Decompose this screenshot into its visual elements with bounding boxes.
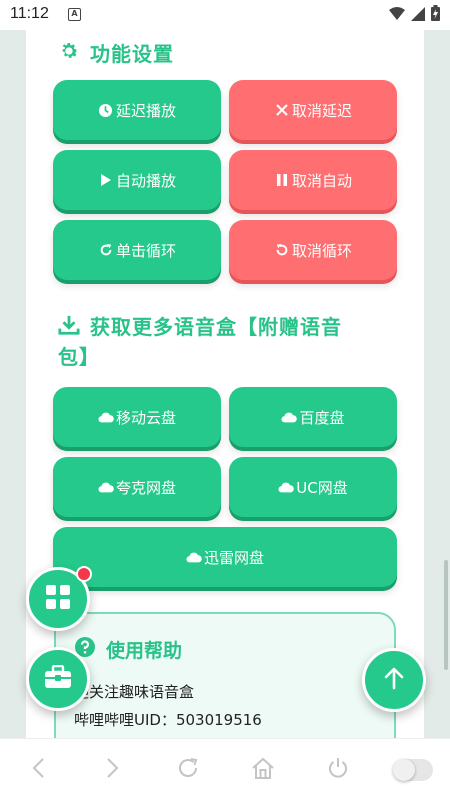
toggle-track [392,758,433,781]
undo-icon [274,242,290,258]
xunlei-pan-label: 迅雷网盘 [203,548,264,567]
clock-icon [98,102,114,118]
chevron-right-icon [106,757,120,783]
uc-pan-button[interactable]: UC网盘 [229,457,397,517]
download-icon [58,312,80,344]
cancel-auto-button[interactable]: 取消自动 [229,150,397,210]
forward-button[interactable] [93,750,133,790]
home-button[interactable] [243,750,283,790]
auto-play-button[interactable]: 自动播放 [53,150,221,210]
refresh-button[interactable] [168,750,208,790]
scroll-top-button[interactable] [362,648,426,712]
baidu-pan-button[interactable]: 百度盘 [229,387,397,447]
xunlei-pan-button[interactable]: 迅雷网盘 [53,527,397,587]
power-button[interactable] [318,750,358,790]
mobile-cloud-label: 移动云盘 [115,408,176,427]
cloud-icon [186,549,202,565]
cancel-loop-label: 取消循环 [291,241,352,260]
toolbox-button[interactable] [26,647,90,711]
arrow-up-icon [383,666,405,694]
single-loop-label: 单击循环 [115,241,176,260]
mode-toggle[interactable] [392,750,433,790]
signal-icon [411,6,425,25]
status-bar: 11:12 A [0,0,450,30]
cloud-icon [98,409,114,425]
mobile-cloud-button[interactable]: 移动云盘 [53,387,221,447]
cloud-icon [278,479,295,495]
cancel-loop-button[interactable]: 取消循环 [229,220,397,280]
scrollbar[interactable] [444,560,448,670]
auto-play-label: 自动播放 [115,171,176,190]
redo-icon [98,242,114,258]
status-time: 11:12 [10,5,49,22]
settings-title-text: 功能设置 [90,42,174,66]
battery-icon [431,5,440,25]
notification-icon: A [68,8,81,21]
quark-pan-label: 夸克网盘 [115,478,176,497]
cancel-auto-label: 取消自动 [291,171,352,190]
gear-icon [58,38,80,67]
cancel-delay-label: 取消延迟 [291,101,352,120]
notification-badge [76,566,92,582]
play-icon [98,172,114,188]
delay-play-button[interactable]: 延迟播放 [53,80,221,140]
back-button[interactable] [18,750,58,790]
left-margin [0,30,26,738]
help-title-text: 使用帮助 [106,640,183,662]
single-loop-button[interactable]: 单击循环 [53,220,221,280]
help-line-uid: 哔哩哔哩UID：503019516 [74,711,262,729]
cloud-icon [98,479,114,495]
baidu-pan-label: 百度盘 [299,408,345,427]
quark-pan-button[interactable]: 夸克网盘 [53,457,221,517]
cloud-icon [281,409,298,425]
help-line-follow: 迎关注趣味语音盒 [74,683,195,701]
cancel-delay-button[interactable]: 取消延迟 [229,80,397,140]
download-title-line1: 获取更多语音盒【附赠语音 [90,315,342,339]
power-icon [327,757,349,783]
chevron-left-icon [31,757,45,783]
delay-play-label: 延迟播放 [115,101,176,120]
help-title: 使用帮助 [74,636,182,663]
settings-section-title: 功能设置 [58,38,174,67]
pause-icon [274,172,290,188]
download-section-title-cont: 包】 [58,342,100,372]
browser-nav-bar [0,738,450,800]
toggle-knob [392,758,415,781]
toolbox-icon [44,664,72,693]
home-icon [251,757,275,783]
close-icon [274,102,290,118]
grid-icon [45,584,71,614]
uc-pan-label: UC网盘 [296,478,348,497]
wifi-icon [389,6,405,25]
download-section-title: 获取更多语音盒【附赠语音 [58,312,388,344]
refresh-icon [177,757,199,783]
download-title-line2: 包】 [58,345,100,369]
